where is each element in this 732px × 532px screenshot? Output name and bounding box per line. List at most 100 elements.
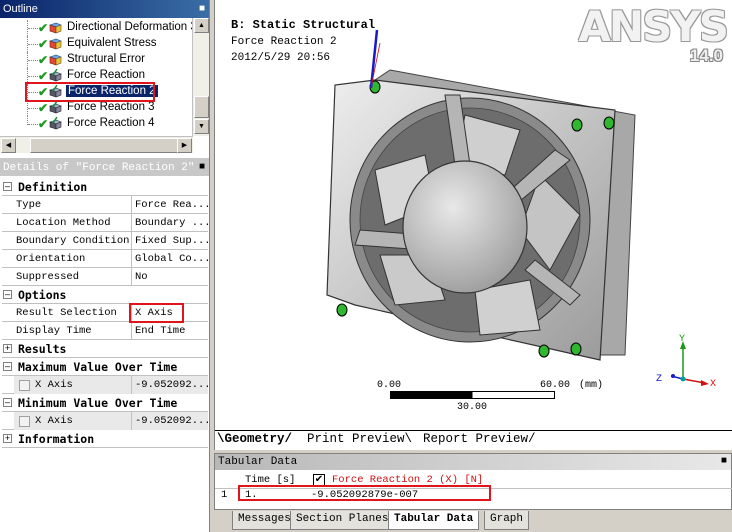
detail-row-suppressed[interactable]: Suppressed No bbox=[2, 268, 208, 286]
detail-value[interactable]: No bbox=[131, 268, 208, 286]
detail-value[interactable]: Global Co... bbox=[131, 250, 208, 268]
analysis-title: B: Static Structural bbox=[231, 18, 376, 32]
section-minimum-over-time[interactable]: – Minimum Value Over Time bbox=[2, 394, 208, 412]
result-cube-icon bbox=[49, 22, 62, 34]
details-panel: Details of "Force Reaction 2" ■ – Defini… bbox=[0, 158, 210, 532]
section-label: Minimum Value Over Time bbox=[18, 396, 178, 410]
probe-icon bbox=[49, 69, 62, 82]
scroll-up-arrow-icon[interactable]: ▲ bbox=[194, 18, 209, 33]
section-label: Results bbox=[18, 342, 67, 356]
tab-label: Print Preview bbox=[307, 432, 405, 446]
tab-print-preview[interactable]: Print Preview\ bbox=[307, 432, 412, 450]
outline-tree: ✔ Directional Deformation 3 ✔ Equivalent… bbox=[0, 18, 193, 136]
triad-x-label: X bbox=[710, 379, 717, 390]
detail-key: Suppressed bbox=[16, 271, 80, 283]
tree-item-label: Force Reaction 4 bbox=[67, 117, 155, 129]
fan-model[interactable] bbox=[315, 55, 645, 365]
parameter-checkbox[interactable] bbox=[19, 380, 30, 391]
details-title-bar: Details of "Force Reaction 2" ■ bbox=[0, 158, 209, 176]
tree-item-force-reaction-3[interactable]: ✔ Force Reaction 3 bbox=[0, 100, 193, 116]
pin-icon[interactable]: ■ bbox=[721, 454, 727, 470]
detail-value[interactable]: End Time bbox=[131, 322, 208, 340]
tab-label: Report Preview bbox=[423, 432, 529, 446]
scale-max-label: 60.00 bbox=[540, 380, 571, 391]
detail-key: Boundary Condition bbox=[16, 235, 130, 247]
detail-row-boundary-condition[interactable]: Boundary Condition Fixed Sup... bbox=[2, 232, 208, 250]
tree-item-equivalent-stress[interactable]: ✔ Equivalent Stress bbox=[0, 36, 193, 52]
scroll-right-arrow-icon[interactable]: ▶ bbox=[177, 138, 192, 153]
detail-row-type[interactable]: Type Force Rea... bbox=[2, 196, 208, 214]
detail-value: -9.052092... bbox=[131, 376, 208, 394]
tree-item-structural-error[interactable]: ✔ Structural Error bbox=[0, 52, 193, 68]
detail-row-location-method[interactable]: Location Method Boundary ... bbox=[2, 214, 208, 232]
tree-item-force-reaction-4[interactable]: ✔ Force Reaction 4 bbox=[0, 116, 193, 132]
pin-icon[interactable]: ■ bbox=[199, 0, 205, 18]
scroll-thumb[interactable] bbox=[194, 96, 209, 118]
section-options[interactable]: – Options bbox=[2, 286, 208, 304]
version-text: 14.0 bbox=[689, 46, 723, 65]
detail-row-min-x-axis[interactable]: X Axis -9.052092... bbox=[2, 412, 208, 430]
tab-geometry[interactable]: \Geometry/ bbox=[217, 432, 292, 450]
tree-item-label: Force Reaction 3 bbox=[67, 101, 155, 113]
tree-item-directional-deformation-3[interactable]: ✔ Directional Deformation 3 bbox=[0, 20, 193, 36]
expand-icon[interactable]: + bbox=[3, 434, 12, 443]
details-title: Details of "Force Reaction 2" bbox=[3, 162, 195, 174]
collapse-icon[interactable]: – bbox=[3, 398, 12, 407]
detail-key: X Axis bbox=[35, 379, 73, 391]
detail-value[interactable]: Boundary ... bbox=[131, 214, 208, 232]
detail-value[interactable]: Force Rea... bbox=[131, 196, 208, 214]
tree-item-label: Directional Deformation 3 bbox=[67, 21, 193, 33]
tabular-title: Tabular Data bbox=[218, 456, 298, 468]
detail-row-display-time[interactable]: Display Time End Time bbox=[2, 322, 208, 340]
detail-key: X Axis bbox=[35, 415, 73, 427]
scroll-thumb[interactable] bbox=[30, 138, 180, 153]
tab-messages[interactable]: Messages bbox=[232, 511, 297, 530]
outline-panel: Outline ■ ✔ Directional Deformation 3 ✔ … bbox=[0, 0, 210, 158]
tabular-title-bar: Tabular Data ■ bbox=[215, 454, 731, 470]
detail-key: Display Time bbox=[16, 325, 92, 337]
section-results[interactable]: + Results bbox=[2, 340, 208, 358]
section-information[interactable]: + Information bbox=[2, 430, 208, 448]
triad-y-label: Y bbox=[679, 334, 686, 345]
scale-min-label: 0.00 bbox=[377, 380, 402, 391]
pin-icon[interactable]: ■ bbox=[199, 158, 205, 176]
highlight-box bbox=[238, 485, 491, 501]
tabular-data-panel: Tabular Data ■ Time [s] ✔ Force Reaction… bbox=[214, 453, 732, 510]
collapse-icon[interactable]: – bbox=[3, 362, 12, 371]
section-label: Maximum Value Over Time bbox=[18, 360, 178, 374]
outline-vertical-scrollbar[interactable]: ▲ ▼ bbox=[192, 18, 209, 136]
result-cube-icon bbox=[49, 54, 62, 66]
scale-mid-label: 30.00 bbox=[457, 402, 488, 413]
tab-graph[interactable]: Graph bbox=[484, 511, 530, 530]
tree-item-label: Structural Error bbox=[67, 53, 145, 65]
ansys-logo: ANSYS 14.0 bbox=[578, 2, 729, 65]
graphics-viewport[interactable]: B: Static Structural Force Reaction 2 20… bbox=[214, 0, 732, 450]
section-label: Definition bbox=[18, 180, 88, 194]
section-definition[interactable]: – Definition bbox=[2, 178, 208, 196]
section-label: Options bbox=[18, 288, 67, 302]
tab-tabular-data[interactable]: Tabular Data bbox=[388, 511, 480, 530]
scale-unit-label: (mm) bbox=[579, 380, 604, 391]
detail-value[interactable]: Fixed Sup... bbox=[131, 232, 208, 250]
tab-report-preview[interactable]: Report Preview/ bbox=[423, 432, 536, 450]
scroll-left-arrow-icon[interactable]: ◀ bbox=[1, 138, 16, 153]
bottom-tab-bar: Messages Section Planes Tabular Data Gra… bbox=[214, 510, 732, 532]
tree-item-label: Force Reaction bbox=[67, 69, 145, 81]
parameter-checkbox[interactable] bbox=[19, 416, 30, 427]
force-direction-arrow-icon bbox=[369, 29, 381, 89]
detail-key: Result Selection bbox=[16, 307, 117, 319]
collapse-icon[interactable]: – bbox=[3, 182, 12, 191]
collapse-icon[interactable]: – bbox=[3, 290, 12, 299]
detail-row-orientation[interactable]: Orientation Global Co... bbox=[2, 250, 208, 268]
highlight-box bbox=[25, 82, 155, 102]
detail-row-max-x-axis[interactable]: X Axis -9.052092... bbox=[2, 376, 208, 394]
section-maximum-over-time[interactable]: – Maximum Value Over Time bbox=[2, 358, 208, 376]
outline-horizontal-scrollbar[interactable]: ◀ ▶ bbox=[0, 136, 193, 153]
logo-text: ANSYS bbox=[578, 2, 729, 51]
row-index: 1 bbox=[221, 489, 228, 501]
tab-section-planes[interactable]: Section Planes bbox=[290, 511, 395, 530]
result-cube-icon bbox=[49, 38, 62, 50]
scroll-down-arrow-icon[interactable]: ▼ bbox=[194, 119, 209, 134]
expand-icon[interactable]: + bbox=[3, 344, 12, 353]
highlight-box bbox=[129, 303, 184, 323]
